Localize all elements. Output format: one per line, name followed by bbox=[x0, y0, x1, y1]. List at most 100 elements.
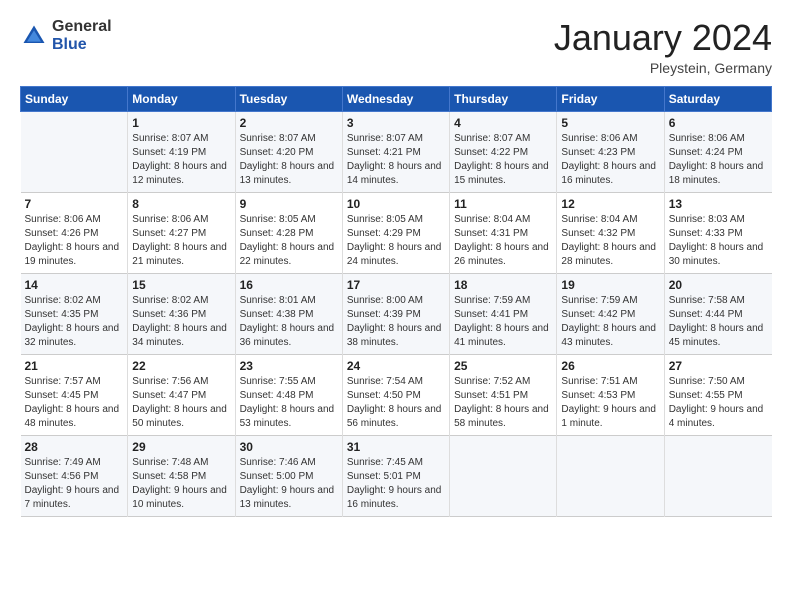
table-row: 20Sunrise: 7:58 AMSunset: 4:44 PMDayligh… bbox=[664, 273, 771, 354]
day-number: 29 bbox=[132, 440, 230, 454]
table-row: 6Sunrise: 8:06 AMSunset: 4:24 PMDaylight… bbox=[664, 111, 771, 192]
daylight-text: Daylight: 8 hours and 53 minutes. bbox=[240, 403, 338, 431]
daylight-text: Daylight: 8 hours and 14 minutes. bbox=[347, 160, 445, 188]
day-info: Sunrise: 8:02 AMSunset: 4:35 PMDaylight:… bbox=[25, 294, 124, 350]
sunrise-text: Sunrise: 8:05 AM bbox=[240, 213, 338, 227]
month-title: January 2024 bbox=[554, 18, 772, 58]
sunrise-text: Sunrise: 8:06 AM bbox=[132, 213, 230, 227]
header: General Blue January 2024 Pleystein, Ger… bbox=[20, 18, 772, 76]
sunset-text: Sunset: 4:21 PM bbox=[347, 146, 445, 160]
daylight-text: Daylight: 8 hours and 12 minutes. bbox=[132, 160, 230, 188]
sunrise-text: Sunrise: 7:54 AM bbox=[347, 375, 445, 389]
day-info: Sunrise: 7:56 AMSunset: 4:47 PMDaylight:… bbox=[132, 375, 230, 431]
sunrise-text: Sunrise: 7:52 AM bbox=[454, 375, 552, 389]
table-row: 12 Sunrise: 8:04 AMSunset: 4:32 PMDayligh… bbox=[557, 192, 664, 273]
day-info: Sunrise: 8:07 AMSunset: 4:21 PMDaylight:… bbox=[347, 132, 445, 188]
table-row: 7 Sunrise: 8:06 AMSunset: 4:26 PMDaylight… bbox=[21, 192, 128, 273]
day-info: Sunrise: 7:46 AMSunset: 5:00 PMDaylight:… bbox=[240, 456, 338, 512]
table-row: 16Sunrise: 8:01 AMSunset: 4:38 PMDayligh… bbox=[235, 273, 342, 354]
table-row: 10 Sunrise: 8:05 AMSunset: 4:29 PMDayligh… bbox=[342, 192, 449, 273]
page-container: General Blue January 2024 Pleystein, Ger… bbox=[0, 0, 792, 527]
daylight-text: Daylight: 8 hours and 45 minutes. bbox=[669, 322, 768, 350]
sunrise-text: Sunrise: 8:05 AM bbox=[347, 213, 445, 227]
table-row bbox=[450, 435, 557, 516]
header-sunday: Sunday bbox=[21, 86, 128, 111]
sunset-text: Sunset: 4:19 PM bbox=[132, 146, 230, 160]
day-info: Sunrise: 7:57 AMSunset: 4:45 PMDaylight:… bbox=[25, 375, 124, 431]
day-number: 23 bbox=[240, 359, 338, 373]
sunset-text: Sunset: 4:41 PM bbox=[454, 308, 552, 322]
day-number: 9 bbox=[240, 197, 338, 211]
sunrise-text: Sunrise: 7:58 AM bbox=[669, 294, 768, 308]
sunset-text: Sunset: 4:42 PM bbox=[561, 308, 659, 322]
day-info: Sunrise: 8:06 AMSunset: 4:27 PMDaylight:… bbox=[132, 213, 230, 269]
day-number: 18 bbox=[454, 278, 552, 292]
sunset-text: Sunset: 4:39 PM bbox=[347, 308, 445, 322]
day-number: 12 bbox=[561, 197, 659, 211]
sunset-text: Sunset: 4:26 PM bbox=[25, 227, 124, 241]
daylight-text: Daylight: 8 hours and 50 minutes. bbox=[132, 403, 230, 431]
table-row: 13Sunrise: 8:03 AMSunset: 4:33 PMDayligh… bbox=[664, 192, 771, 273]
table-row: 11Sunrise: 8:04 AMSunset: 4:31 PMDayligh… bbox=[450, 192, 557, 273]
header-monday: Monday bbox=[128, 86, 235, 111]
daylight-text: Daylight: 8 hours and 30 minutes. bbox=[669, 241, 768, 269]
calendar-week-row: 1Sunrise: 8:07 AMSunset: 4:19 PMDaylight… bbox=[21, 111, 772, 192]
sunset-text: Sunset: 4:29 PM bbox=[347, 227, 445, 241]
day-number: 7 bbox=[25, 197, 124, 211]
table-row: 5Sunrise: 8:06 AMSunset: 4:23 PMDaylight… bbox=[557, 111, 664, 192]
day-info: Sunrise: 7:50 AMSunset: 4:55 PMDaylight:… bbox=[669, 375, 768, 431]
day-number: 15 bbox=[132, 278, 230, 292]
header-saturday: Saturday bbox=[664, 86, 771, 111]
day-info: Sunrise: 8:04 AMSunset: 4:32 PMDaylight:… bbox=[561, 213, 659, 269]
daylight-text: Daylight: 8 hours and 18 minutes. bbox=[669, 160, 768, 188]
table-row: 8Sunrise: 8:06 AMSunset: 4:27 PMDaylight… bbox=[128, 192, 235, 273]
header-friday: Friday bbox=[557, 86, 664, 111]
sunrise-text: Sunrise: 8:02 AM bbox=[132, 294, 230, 308]
sunrise-text: Sunrise: 8:07 AM bbox=[132, 132, 230, 146]
sunset-text: Sunset: 4:32 PM bbox=[561, 227, 659, 241]
table-row: 22Sunrise: 7:56 AMSunset: 4:47 PMDayligh… bbox=[128, 354, 235, 435]
sunrise-text: Sunrise: 7:51 AM bbox=[561, 375, 659, 389]
sunrise-text: Sunrise: 8:06 AM bbox=[25, 213, 124, 227]
day-info: Sunrise: 8:05 AMSunset: 4:29 PMDaylight:… bbox=[347, 213, 445, 269]
day-number: 10 bbox=[347, 197, 445, 211]
day-number: 27 bbox=[669, 359, 768, 373]
day-number: 4 bbox=[454, 116, 552, 130]
sunset-text: Sunset: 4:31 PM bbox=[454, 227, 552, 241]
daylight-text: Daylight: 8 hours and 15 minutes. bbox=[454, 160, 552, 188]
day-info: Sunrise: 8:07 AMSunset: 4:22 PMDaylight:… bbox=[454, 132, 552, 188]
table-row: 26Sunrise: 7:51 AMSunset: 4:53 PMDayligh… bbox=[557, 354, 664, 435]
daylight-text: Daylight: 9 hours and 7 minutes. bbox=[25, 484, 124, 512]
daylight-text: Daylight: 8 hours and 19 minutes. bbox=[25, 241, 124, 269]
daylight-text: Daylight: 8 hours and 58 minutes. bbox=[454, 403, 552, 431]
sunrise-text: Sunrise: 8:02 AM bbox=[25, 294, 124, 308]
table-row bbox=[21, 111, 128, 192]
calendar-week-row: 14Sunrise: 8:02 AMSunset: 4:35 PMDayligh… bbox=[21, 273, 772, 354]
sunset-text: Sunset: 4:51 PM bbox=[454, 389, 552, 403]
sunrise-text: Sunrise: 8:00 AM bbox=[347, 294, 445, 308]
sunset-text: Sunset: 4:53 PM bbox=[561, 389, 659, 403]
table-row: 30 Sunrise: 7:46 AMSunset: 5:00 PMDayligh… bbox=[235, 435, 342, 516]
table-row: 1Sunrise: 8:07 AMSunset: 4:19 PMDaylight… bbox=[128, 111, 235, 192]
day-info: Sunrise: 8:00 AMSunset: 4:39 PMDaylight:… bbox=[347, 294, 445, 350]
daylight-text: Daylight: 8 hours and 16 minutes. bbox=[561, 160, 659, 188]
daylight-text: Daylight: 8 hours and 43 minutes. bbox=[561, 322, 659, 350]
day-info: Sunrise: 7:51 AMSunset: 4:53 PMDaylight:… bbox=[561, 375, 659, 431]
day-info: Sunrise: 7:55 AMSunset: 4:48 PMDaylight:… bbox=[240, 375, 338, 431]
day-info: Sunrise: 8:02 AMSunset: 4:36 PMDaylight:… bbox=[132, 294, 230, 350]
sunrise-text: Sunrise: 7:59 AM bbox=[561, 294, 659, 308]
day-info: Sunrise: 8:04 AMSunset: 4:31 PMDaylight:… bbox=[454, 213, 552, 269]
day-number: 30 bbox=[240, 440, 338, 454]
calendar-week-row: 7Sunrise: 8:06 AMSunset: 4:26 PMDaylight… bbox=[21, 192, 772, 273]
daylight-text: Daylight: 8 hours and 24 minutes. bbox=[347, 241, 445, 269]
daylight-text: Daylight: 8 hours and 36 minutes. bbox=[240, 322, 338, 350]
logo-general-text: General bbox=[52, 18, 112, 36]
day-info: Sunrise: 7:54 AMSunset: 4:50 PMDaylight:… bbox=[347, 375, 445, 431]
daylight-text: Daylight: 9 hours and 4 minutes. bbox=[669, 403, 768, 431]
calendar-table: Sunday Monday Tuesday Wednesday Thursday… bbox=[20, 86, 772, 517]
daylight-text: Daylight: 8 hours and 21 minutes. bbox=[132, 241, 230, 269]
table-row: 29Sunrise: 7:48 AMSunset: 4:58 PMDayligh… bbox=[128, 435, 235, 516]
day-number: 3 bbox=[347, 116, 445, 130]
day-number: 31 bbox=[347, 440, 445, 454]
sunset-text: Sunset: 4:24 PM bbox=[669, 146, 768, 160]
